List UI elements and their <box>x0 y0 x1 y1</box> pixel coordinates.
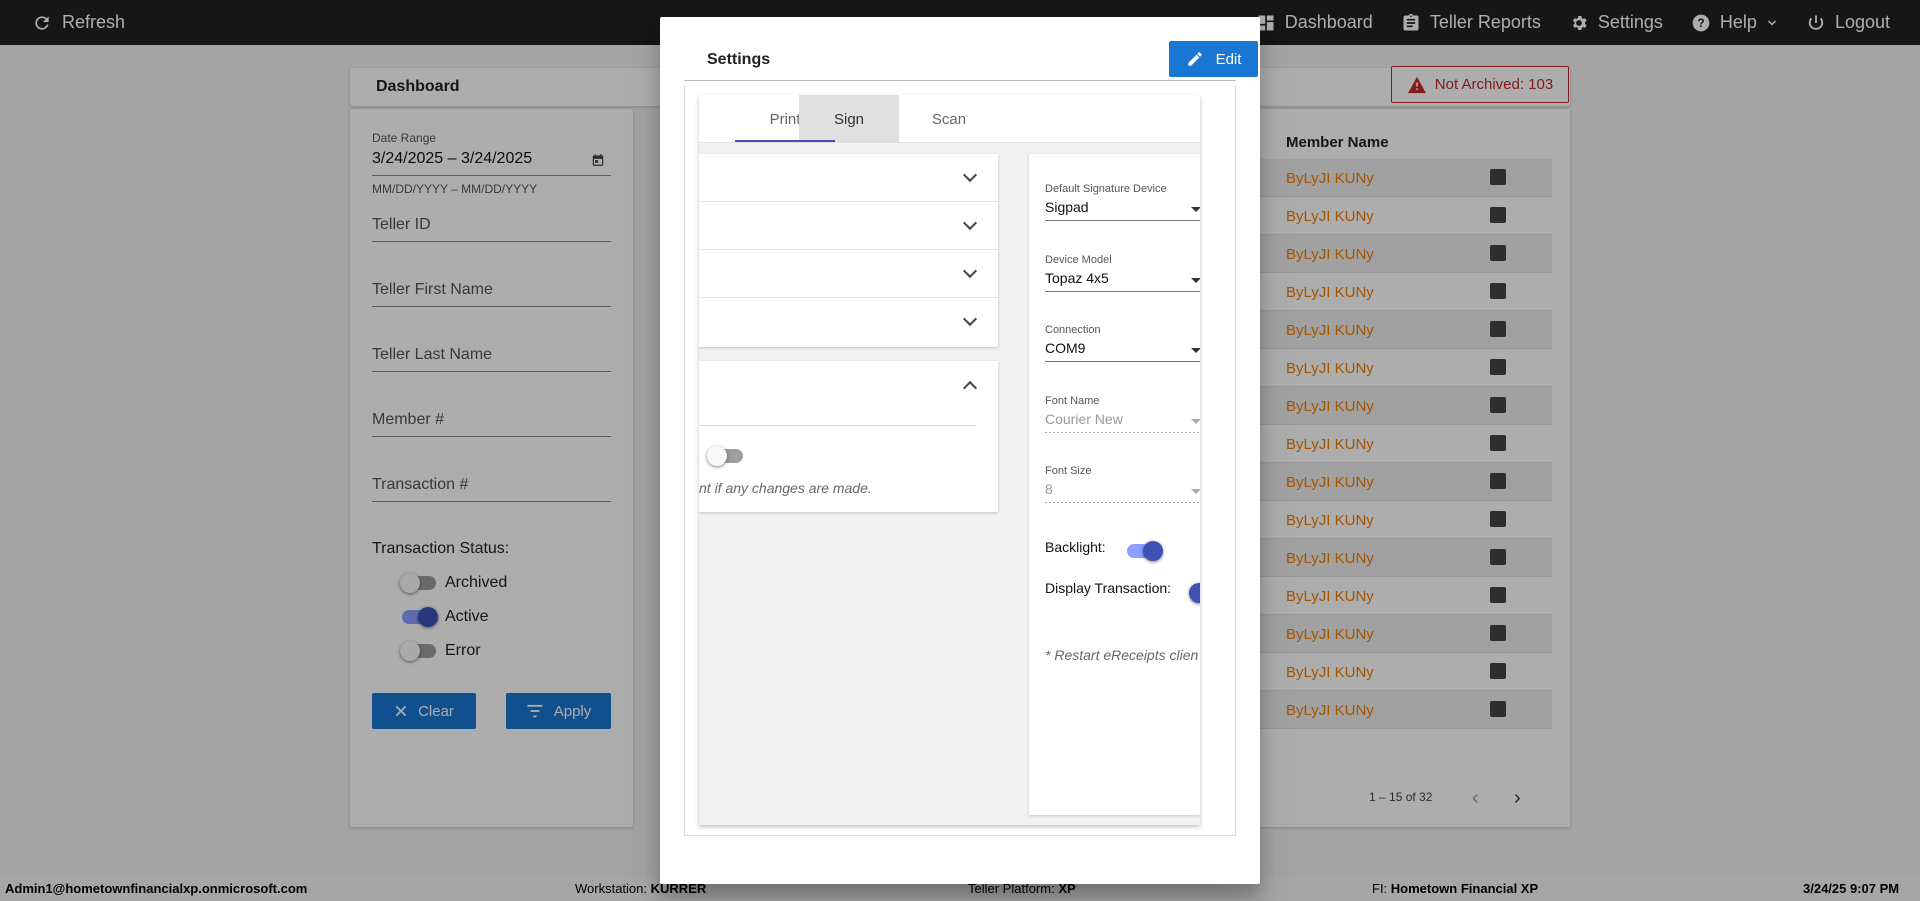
connection-select[interactable]: COM9 <box>1045 340 1085 356</box>
connection-underline <box>1045 361 1200 362</box>
dropdown-arrow-icon <box>1191 278 1200 283</box>
device-model-label: Device Model <box>1045 254 1112 266</box>
expanded-panel-toggle[interactable] <box>707 446 743 466</box>
chevron-down-icon <box>962 167 978 183</box>
font-name-label: Font Name <box>1045 395 1100 407</box>
signature-device-label: Default Signature Device <box>1045 183 1167 195</box>
dropdown-arrow-icon <box>1191 207 1200 212</box>
settings-dialog: Settings Edit Print Sign Scan nt if any … <box>660 17 1260 884</box>
accordion-panel-2[interactable] <box>699 202 998 250</box>
tab-sign[interactable]: Sign <box>799 95 899 143</box>
accordion-panel-1[interactable] <box>699 154 998 202</box>
restart-note: * Restart eReceipts clien <box>1045 647 1199 663</box>
pencil-icon <box>1187 52 1202 66</box>
signature-device-select[interactable]: Sigpad <box>1045 199 1089 215</box>
display-transaction-label: Display Transaction: <box>1045 580 1172 596</box>
device-model-select[interactable]: Topaz 4x5 <box>1045 270 1109 286</box>
font-size-underline <box>1045 502 1200 503</box>
dropdown-arrow-icon <box>1191 348 1200 353</box>
settings-tabs: Print Sign Scan <box>699 95 1200 143</box>
device-model-underline <box>1045 291 1200 292</box>
signature-device-settings: Default Signature Device Sigpad Device M… <box>1029 154 1200 815</box>
backlight-toggle[interactable] <box>1127 541 1163 561</box>
chevron-up-icon[interactable] <box>962 380 978 396</box>
settings-dialog-title: Settings <box>707 51 771 68</box>
chevron-down-icon <box>962 215 978 231</box>
edit-label: Edit <box>1215 50 1242 68</box>
accordion-panel-4[interactable] <box>699 298 998 346</box>
accordion-panel-3[interactable] <box>699 250 998 298</box>
connection-label: Connection <box>1045 324 1101 336</box>
dropdown-arrow-icon <box>1191 489 1200 494</box>
settings-tab-container: Print Sign Scan nt if any changes are ma… <box>699 95 1200 825</box>
restart-hint-text: nt if any changes are made. <box>699 480 872 496</box>
edit-button[interactable]: Edit <box>1169 41 1258 77</box>
accordion-panel-expanded: nt if any changes are made. <box>699 361 998 512</box>
settings-accordion <box>699 154 998 347</box>
signature-device-underline <box>1045 220 1200 221</box>
active-tab-indicator <box>735 140 835 142</box>
font-size-label: Font Size <box>1045 465 1092 477</box>
tab-scan[interactable]: Scan <box>899 95 999 143</box>
font-name-underline <box>1045 432 1200 433</box>
backlight-label: Backlight: <box>1045 539 1106 555</box>
font-size-select: 8 <box>1045 481 1053 497</box>
chevron-down-icon <box>962 311 978 327</box>
display-transaction-toggle[interactable] <box>1189 583 1200 603</box>
accordion-divider <box>699 425 976 426</box>
font-name-select: Courier New <box>1045 411 1123 427</box>
dropdown-arrow-icon <box>1191 419 1200 424</box>
chevron-down-icon <box>962 263 978 279</box>
settings-dialog-header: Settings Edit <box>684 41 1258 81</box>
